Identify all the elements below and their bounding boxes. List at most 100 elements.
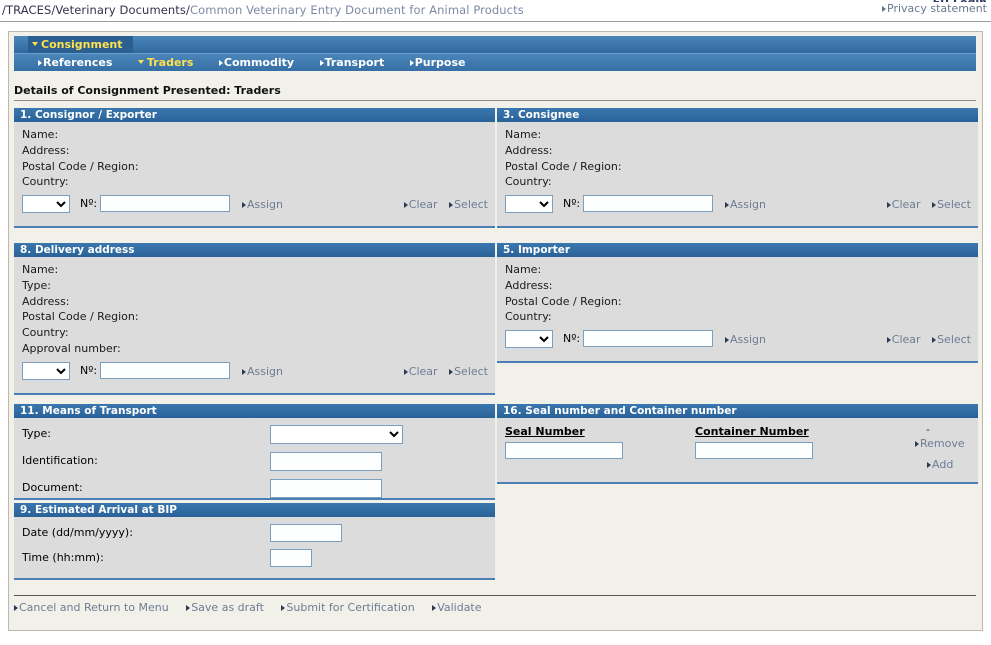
- arrow-right-icon: [186, 605, 191, 611]
- panel-delivery-body: Name: Type: Address: Postal Code / Regio…: [14, 257, 495, 390]
- page-title: Details of Consignment Presented: Trader…: [14, 84, 976, 101]
- transport-type-row: Type:: [22, 425, 495, 452]
- tab-traders[interactable]: Traders: [137, 54, 193, 72]
- arrival-date-input[interactable]: [270, 524, 342, 542]
- breadcrumb-link-veterinary-documents[interactable]: Veterinary Documents: [55, 3, 186, 17]
- page-frame: Consignment References Traders Commodity…: [8, 31, 983, 631]
- arrow-right-icon: [218, 60, 223, 66]
- consignee-postal-region-label: Postal Code / Region:: [505, 159, 622, 173]
- arrow-right-icon: [882, 6, 887, 12]
- save-as-draft-link[interactable]: Save as draft: [186, 601, 264, 614]
- consignor-clear-link[interactable]: Clear: [403, 198, 438, 212]
- privacy-statement-link[interactable]: Privacy statement: [882, 2, 987, 15]
- transport-document-row: Document:: [22, 479, 495, 503]
- delivery-type-label: Type:: [22, 278, 51, 292]
- panel-delivery-address: 8. Delivery address Name: Type: Address:…: [14, 243, 495, 395]
- chevron-down-icon: [137, 60, 144, 64]
- importer-select-link[interactable]: Select: [932, 333, 971, 346]
- tab-consignment-label: Consignment: [41, 38, 123, 51]
- delivery-number-input[interactable]: [100, 361, 230, 379]
- consignee-address-label: Address:: [505, 143, 553, 157]
- tab-purpose[interactable]: Purpose: [409, 54, 466, 72]
- delivery-clear-label: Clear: [408, 364, 438, 378]
- transport-type-select[interactable]: [270, 425, 403, 444]
- panel-consignor-body: Name: Address: Postal Code / Region: Cou…: [14, 122, 495, 223]
- consignee-name-label: Name:: [505, 128, 542, 141]
- importer-country-label: Country:: [505, 310, 552, 324]
- top-bar: /TRACES/Veterinary Documents/Common Vete…: [0, 0, 991, 22]
- delivery-assign-link[interactable]: Assign: [242, 365, 283, 378]
- consignee-number-label: Nº:: [563, 197, 581, 211]
- tab-references[interactable]: References: [38, 54, 112, 72]
- importer-assign-link[interactable]: Assign: [725, 333, 766, 346]
- consignor-number-input[interactable]: [100, 195, 230, 213]
- action-bar: Cancel and Return to Menu Save as draft …: [14, 595, 976, 614]
- arrow-right-icon: [432, 605, 437, 611]
- tab-commodity[interactable]: Commodity: [218, 54, 295, 72]
- save-as-draft-label: Save as draft: [191, 601, 264, 614]
- delivery-control-row: Nº: Assign Clear Select: [22, 360, 495, 384]
- panel-transport-title: 11. Means of Transport: [14, 404, 495, 418]
- privacy-statement-label: Privacy statement: [887, 2, 987, 15]
- importer-number-label: Nº:: [563, 332, 581, 346]
- arrival-time-input[interactable]: [270, 549, 312, 567]
- consignor-clear-select-group: Clear Select: [396, 198, 488, 211]
- seal-number-input[interactable]: [505, 442, 623, 459]
- breadcrumb-link-current-document[interactable]: Common Veterinary Entry Document for Ani…: [190, 3, 524, 17]
- breadcrumb-root: /TRACES/: [2, 3, 56, 17]
- transport-document-input[interactable]: [270, 479, 382, 498]
- importer-number-input[interactable]: [583, 330, 713, 348]
- consignee-assign-link[interactable]: Assign: [725, 198, 766, 211]
- consignor-select-label: Select: [454, 198, 488, 212]
- consignee-number-input[interactable]: [583, 195, 713, 213]
- top-right-links: EU Login Privacy statement: [882, 0, 987, 15]
- panel-importer: 5. Importer Name: Address: Postal Code /…: [497, 243, 978, 363]
- panel-consignee-body: Name: Address: Postal Code / Region: Cou…: [497, 122, 978, 223]
- transport-identification-input[interactable]: [270, 452, 382, 471]
- delivery-clear-link[interactable]: Clear: [403, 364, 438, 378]
- tab-transport[interactable]: Transport: [319, 54, 384, 72]
- arrival-date-label: Date (dd/mm/yyyy):: [22, 526, 133, 539]
- arrival-time-row: Time (hh:mm):: [22, 549, 495, 573]
- arrival-date-row: Date (dd/mm/yyyy):: [22, 524, 495, 549]
- consignee-country-select[interactable]: [505, 195, 553, 214]
- consignor-postal-region-label: Postal Code / Region:: [22, 159, 139, 173]
- submit-for-certification-link[interactable]: Submit for Certification: [281, 601, 415, 614]
- tab-consignment[interactable]: Consignment: [28, 36, 133, 53]
- delivery-select-link[interactable]: Select: [449, 365, 488, 378]
- consignor-select-link[interactable]: Select: [449, 198, 488, 211]
- consignor-country-select[interactable]: [22, 195, 70, 214]
- consignee-clear-select-group: Clear Select: [879, 198, 971, 211]
- importer-assign-label: Assign: [730, 333, 766, 347]
- importer-country-select[interactable]: [505, 330, 553, 349]
- validate-label: Validate: [437, 601, 482, 614]
- arrow-right-icon: [725, 337, 729, 344]
- seal-row-dash: -: [926, 423, 930, 436]
- consignor-assign-link[interactable]: Assign: [242, 198, 283, 211]
- container-number-input[interactable]: [695, 442, 813, 459]
- delivery-country-select[interactable]: [22, 361, 70, 380]
- validate-link[interactable]: Validate: [432, 601, 482, 614]
- tab-purpose-label: Purpose: [414, 56, 466, 69]
- consignee-control-row: Nº: Assign Clear Select: [505, 193, 978, 217]
- importer-clear-link[interactable]: Clear: [886, 333, 921, 346]
- consignee-select-link[interactable]: Select: [932, 198, 971, 211]
- arrow-right-icon: [932, 337, 937, 344]
- consignee-clear-link[interactable]: Clear: [886, 198, 921, 212]
- importer-control-row: Nº: Assign Clear Select: [505, 328, 978, 352]
- panel-transport-body: Type: Identification: Document:: [14, 418, 495, 509]
- consignee-clear-label: Clear: [891, 198, 921, 212]
- consignor-clear-label: Clear: [408, 198, 438, 212]
- cancel-and-return-label: Cancel and Return to Menu: [19, 601, 169, 614]
- panel-consignor-title: 1. Consignor / Exporter: [14, 108, 495, 122]
- seal-remove-link[interactable]: Remove: [915, 437, 965, 450]
- delivery-country-label: Country:: [22, 326, 69, 340]
- arrow-right-icon: [242, 202, 246, 209]
- cancel-and-return-link[interactable]: Cancel and Return to Menu: [14, 601, 169, 614]
- seal-add-link[interactable]: Add: [927, 458, 953, 471]
- tab-commodity-label: Commodity: [223, 56, 295, 69]
- importer-postal-region-label: Postal Code / Region:: [505, 294, 622, 308]
- arrow-right-icon: [14, 605, 18, 611]
- tab-references-label: References: [43, 56, 113, 69]
- panel-consignor-exporter: 1. Consignor / Exporter Name: Address: P…: [14, 108, 495, 228]
